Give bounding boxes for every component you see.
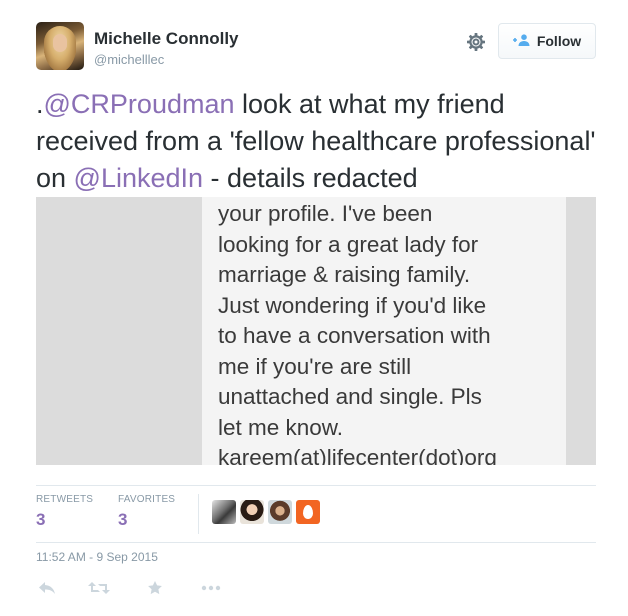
default-egg-icon [303, 505, 313, 519]
gear-icon[interactable] [466, 32, 486, 52]
follow-button-label: Follow [536, 33, 582, 49]
retweets-count: 3 [36, 510, 46, 529]
reply-icon[interactable] [36, 578, 58, 598]
mention-crproudman[interactable]: @CRProudman [44, 89, 235, 119]
tweet-text: .@CRProudman look at what my friend rece… [36, 86, 606, 197]
user-handle[interactable]: @michelllec [94, 52, 164, 67]
more-icon[interactable] [200, 578, 222, 598]
favorites-stat[interactable]: FAVORITES 3 [118, 494, 175, 530]
user-name[interactable]: Michelle Connolly [94, 29, 239, 49]
tweet-timestamp[interactable]: 11:52 AM - 9 Sep 2015 [36, 550, 158, 564]
tweet-text-part2: - details redacted [203, 163, 418, 193]
retweet-icon[interactable] [88, 578, 110, 598]
media-message-text: your profile. I've been looking for a gr… [218, 201, 497, 465]
stats-divider [198, 494, 199, 534]
tweet-header: Michelle Connolly @michelllec Follow [36, 22, 596, 74]
favoriter-avatar[interactable] [268, 500, 292, 524]
tweet-prefix: . [36, 89, 44, 119]
user-avatar[interactable] [36, 22, 84, 70]
divider [36, 542, 596, 543]
divider [36, 485, 596, 486]
favoriter-avatar[interactable] [212, 500, 236, 524]
favoriter-avatars [212, 500, 320, 524]
favorites-count: 3 [118, 510, 128, 529]
mention-linkedin[interactable]: @LinkedIn [74, 163, 204, 193]
favorite-icon[interactable] [144, 578, 166, 598]
add-person-icon [512, 33, 531, 49]
favoriter-avatar[interactable] [240, 500, 264, 524]
retweets-stat[interactable]: RETWEETS 3 [36, 494, 93, 530]
tweet-media-image[interactable]: your profile. I've been looking for a gr… [36, 197, 596, 465]
favoriter-avatar[interactable] [296, 500, 320, 524]
retweets-label: RETWEETS [36, 494, 94, 505]
favorites-label: FAVORITES [118, 494, 176, 505]
follow-button[interactable]: Follow [498, 23, 596, 59]
